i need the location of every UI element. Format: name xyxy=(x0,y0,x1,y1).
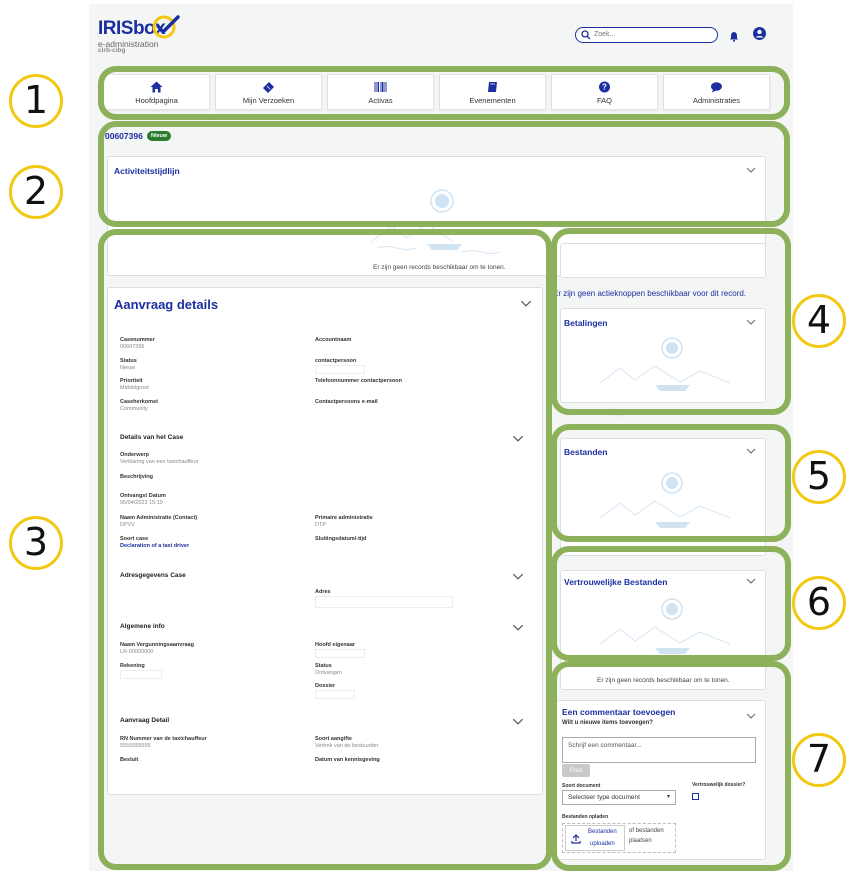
callout-number-3: 3 xyxy=(9,516,63,570)
callout-box-1 xyxy=(98,66,790,120)
search-input[interactable]: Zoek... xyxy=(575,27,718,43)
user-avatar-icon[interactable] xyxy=(753,27,766,40)
callout-box-7 xyxy=(551,661,791,871)
callout-number-1: 1 xyxy=(9,74,63,128)
callout-number-2: 2 xyxy=(9,165,63,219)
callout-number-6: 6 xyxy=(792,576,846,630)
callout-box-2 xyxy=(98,121,790,227)
logo-checkmark-icon xyxy=(152,15,180,39)
callout-box-5 xyxy=(551,424,791,542)
callout-box-4 xyxy=(551,228,791,415)
callout-box-6 xyxy=(551,546,791,661)
logo-subtitle-secondary: cirb-cibg xyxy=(98,47,126,54)
callout-box-3 xyxy=(98,229,552,870)
bell-icon[interactable] xyxy=(729,31,739,42)
search-icon xyxy=(581,30,591,40)
search-placeholder: Zoek... xyxy=(594,31,616,38)
callout-number-5: 5 xyxy=(792,450,846,504)
callout-number-7: 7 xyxy=(792,733,846,787)
callout-number-4: 4 xyxy=(792,294,846,348)
